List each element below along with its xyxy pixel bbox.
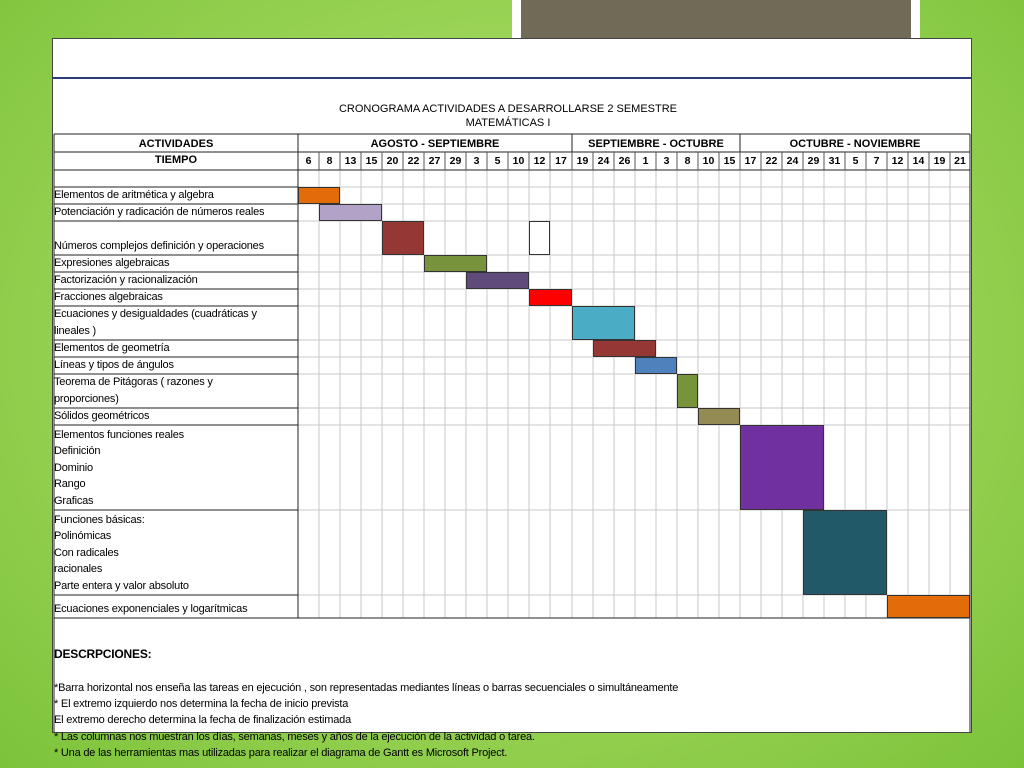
gantt-bar [319,204,382,221]
time-tick: 6 [305,155,312,167]
header-actividades: ACTIVIDADES [138,138,214,150]
gantt-bar [382,221,424,255]
time-tick: 15 [723,155,736,167]
activity-label: Teorema de Pitágoras ( razones y proporc… [54,376,213,405]
time-tick: 3 [473,155,480,167]
time-tick: 24 [597,155,610,167]
time-tick: 8 [684,155,691,167]
time-tick: 15 [365,155,378,167]
activity-label: Fracciones algebraicas [54,290,163,303]
activity-label: Sólidos geométricos [54,409,150,422]
time-tick: 19 [576,155,589,167]
gantt-bar [424,255,487,272]
descriptions-text: *Barra horizontal nos enseña las tareas … [54,681,679,760]
descriptions: DESCRPCIONES: *Barra horizontal nos ense… [54,630,678,761]
gantt-bar [698,408,740,425]
gantt-bar [887,595,970,618]
time-tick: 29 [449,155,462,167]
time-tick: 24 [786,155,799,167]
time-tick: 14 [912,155,925,167]
activity-label: Ecuaciones exponenciales y logarítmicas [54,602,248,615]
activity-label: Ecuaciones y desigualdades (cuadráticas … [54,308,257,337]
time-tick: 20 [386,155,399,167]
time-tick: 7 [873,155,880,167]
activity-label: Funciones básicas: Polinómicas Con radic… [54,513,189,592]
time-tick: 5 [494,155,501,167]
time-tick: 17 [555,155,567,167]
activity-label: Expresiones algebraicas [54,256,170,269]
activity-label: Potenciación y radicación de números rea… [54,205,265,218]
time-tick: 1 [642,155,649,167]
time-tick: 22 [407,155,420,167]
gantt-bar [298,187,340,204]
time-tick: 31 [828,155,841,167]
time-tick: 3 [663,155,670,167]
time-tick: 10 [702,155,715,167]
header-period-1: AGOSTO - SEPTIEMBRE [370,138,500,150]
header-period-3: OCTUBRE - NOVIEMBRE [789,138,921,150]
gantt-bar [740,425,824,510]
title-line-1: CRONOGRAMA ACTIVIDADES A DESARROLLARSE 2… [338,103,678,115]
gantt-bar [466,272,529,289]
schedule-title: CRONOGRAMA ACTIVIDADES A DESARROLLARSE 2… [298,102,718,130]
title-line-2: MATEMÁTICAS I [465,117,551,129]
time-tick: 12 [891,155,904,167]
time-tick: 22 [765,155,778,167]
time-tick: 5 [852,155,859,167]
time-tick: 10 [512,155,525,167]
time-tick: 8 [326,155,333,167]
gantt-bar [593,340,656,357]
activity-label: Elementos de geometría [54,341,170,354]
time-tick: 17 [744,155,757,167]
gantt-bar [572,306,635,340]
activity-label: Elementos funciones reales Definición Do… [54,428,184,507]
activity-label: Elementos de aritmética y algebra [54,188,214,201]
time-tick: 12 [533,155,546,167]
time-tick: 26 [618,155,631,167]
gantt-bar [529,289,572,306]
header-period-2: SEPTIEMBRE - OCTUBRE [588,138,724,150]
time-tick: 21 [954,155,966,167]
time-tick: 19 [933,155,946,167]
descriptions-title: DESCRPCIONES: [54,647,152,662]
activity-label: Factorización y racionalización [54,273,198,286]
gantt-bar [677,374,698,408]
time-tick: 29 [807,155,820,167]
header-tiempo: TIEMPO [154,154,198,166]
gantt-bar [635,357,677,374]
time-tick: 13 [344,155,357,167]
activity-label: Números complejos definición y operacion… [54,239,264,252]
empty-placeholder-box [529,221,550,255]
activity-label: Líneas y tipos de ángulos [54,358,174,371]
gantt-bar [803,510,887,595]
time-tick: 27 [428,155,441,167]
